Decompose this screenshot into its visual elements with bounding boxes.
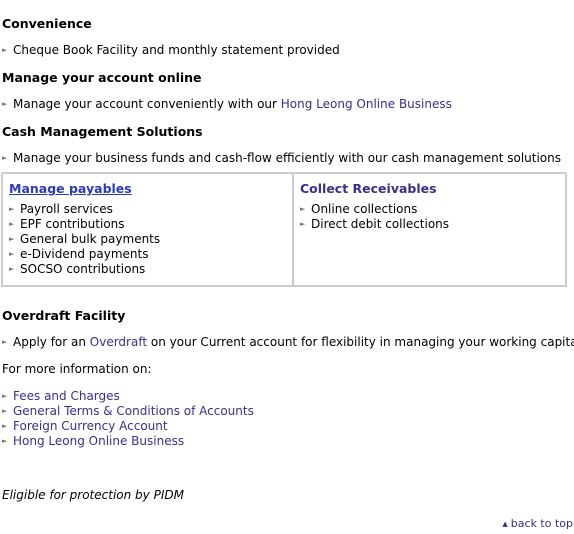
bullet-icon: ► [2,407,8,415]
bullet-icon: ► [9,250,15,258]
list-item: ► Direct debit collections [300,217,449,232]
hong-leong-online-business-link[interactable]: Hong Leong Online Business [281,97,452,111]
list-item: ► Hong Leong Online Business [2,434,184,448]
overdraft-heading: Overdraft Facility [2,308,126,323]
overdraft-link[interactable]: Overdraft [90,335,147,349]
bullet-icon: ► [2,100,8,108]
list-item-text: EPF contributions [20,217,125,231]
list-item: ► Manage your account conveniently with o… [2,97,452,111]
bullet-icon: ► [9,220,15,228]
list-item-text: Online collections [311,202,418,216]
list-item-text: Manage your account conveniently with ou… [13,97,281,111]
bullet-icon: ► [2,154,8,162]
collect-receivables-link[interactable]: Collect Receivables [300,181,437,196]
list-item: ► Foreign Currency Account [2,419,168,433]
bullet-icon: ► [2,338,8,346]
online-heading: Manage your account online [2,70,202,85]
list-item-text: Direct debit collections [311,217,450,231]
list-item: ► Online collections [300,202,449,217]
list-item-text: e-Dividend payments [20,247,149,261]
bullet-icon: ► [2,46,8,54]
list-item-text: on your Current account for flexibility … [147,335,574,349]
bullet-icon: ► [9,265,15,273]
list-item: ► EPF contributions [9,217,160,232]
list-item-text: Apply for an [13,335,90,349]
more-info-label: For more information on: [2,362,152,376]
list-item: ► Fees and Charges [2,389,120,403]
list-item: ► Apply for an Overdraft on your Current … [2,335,574,349]
pidm-notice: Eligible for protection by PIDM [2,488,184,502]
list-item-text: SOCSO contributions [20,262,146,276]
bullet-icon: ► [2,392,8,400]
list-item-text: Payroll services [20,202,113,216]
convenience-heading: Convenience [2,16,92,31]
payables-list: ► Payroll services ► EPF contributions ► Ge… [9,202,160,277]
bullet-icon: ► [2,422,8,430]
cash-management-table: Manage payables ► Payroll services ► EPF c… [1,172,567,287]
list-item: ► Payroll services [9,202,160,217]
list-item-text: Manage your business funds and cash-flow… [13,151,561,165]
bullet-icon: ► [9,235,15,243]
list-item: ► e-Dividend payments [9,247,160,262]
list-item: ► General Terms & Conditions of Accounts [2,404,254,418]
fees-and-charges-link[interactable]: Fees and Charges [13,389,120,403]
list-item-text: Cheque Book Facility and monthly stateme… [13,43,340,57]
back-to-top-label: back to top [510,517,573,530]
receivables-column: Collect Receivables ► Online collections … [294,174,565,285]
hong-leong-online-business-link[interactable]: Hong Leong Online Business [13,434,184,448]
back-to-top-link[interactable]: ▲ back to top [502,517,573,530]
foreign-currency-account-link[interactable]: Foreign Currency Account [13,419,168,433]
list-item: ► Manage your business funds and cash-flo… [2,151,561,165]
bullet-icon: ► [300,205,306,213]
arrow-up-icon: ▲ [502,520,508,528]
manage-payables-link[interactable]: Manage payables [9,181,132,196]
list-item: ► General bulk payments [9,232,160,247]
general-terms-link[interactable]: General Terms & Conditions of Accounts [13,404,254,418]
payables-column: Manage payables ► Payroll services ► EPF c… [3,174,294,285]
cash-management-heading: Cash Management Solutions [2,124,203,139]
list-item: ► SOCSO contributions [9,262,160,277]
list-item-text: General bulk payments [20,232,161,246]
bullet-icon: ► [9,205,15,213]
receivables-list: ► Online collections ► Direct debit collec… [300,202,449,232]
list-item: ► Cheque Book Facility and monthly statem… [2,43,340,57]
bullet-icon: ► [2,437,8,445]
bullet-icon: ► [300,220,306,228]
